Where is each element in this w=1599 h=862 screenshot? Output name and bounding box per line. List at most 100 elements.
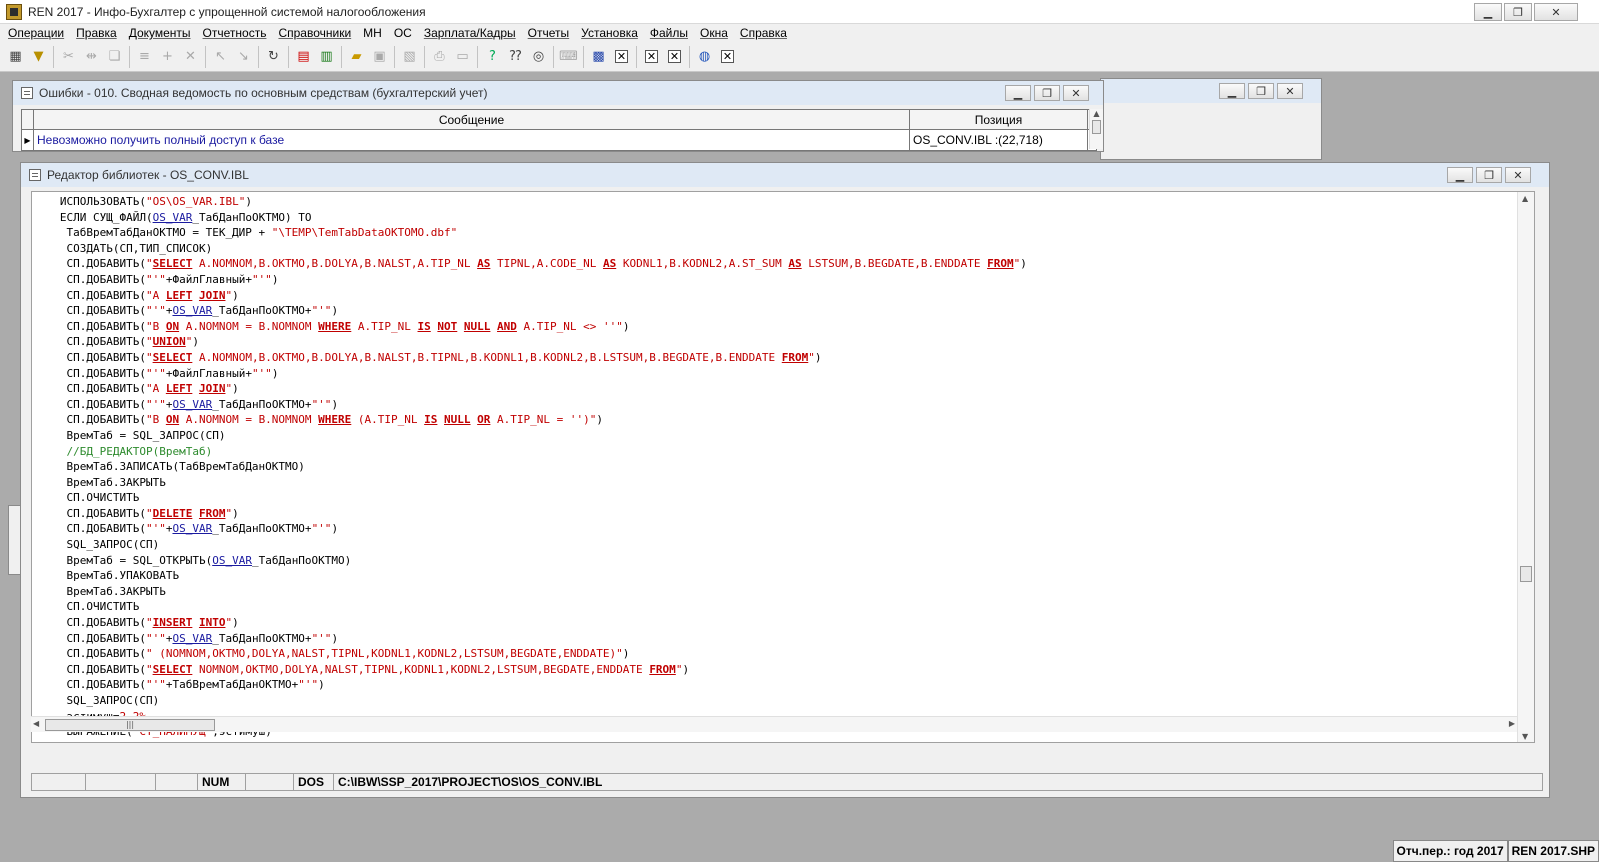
- code-line[interactable]: СП.ДОБАВИТЬ(" (NOMNOM,OKTMO,DOLYA,NALST,…: [40, 646, 1027, 662]
- cut-icon[interactable]: ✂: [57, 45, 80, 68]
- code-line[interactable]: ВремТаб = SQL_ЗАПРОС(СП): [40, 428, 1027, 444]
- table-row[interactable]: ▶ Невозможно получить полный доступ к ба…: [22, 130, 1096, 150]
- minimize-button[interactable]: ▁: [1219, 83, 1245, 99]
- scroll-thumb[interactable]: [1092, 120, 1101, 134]
- menu-item[interactable]: Установка: [577, 26, 646, 40]
- pointer-select-icon[interactable]: ↘: [232, 45, 255, 68]
- scroll-right-icon[interactable]: ▶: [1509, 719, 1515, 728]
- code-editor[interactable]: ИСПОЛЬЗОВАТЬ("OS\OS_VAR.IBL") ЕСЛИ СУЩ_Ф…: [31, 191, 1535, 743]
- editor-vscroll[interactable]: ▲ ▼: [1517, 192, 1534, 742]
- scroll-left-icon[interactable]: ◀: [33, 719, 39, 728]
- close-button[interactable]: ✕: [1063, 85, 1089, 101]
- close-button[interactable]: ✕: [1505, 167, 1531, 183]
- add-icon[interactable]: +: [156, 45, 179, 68]
- menu-item[interactable]: МН: [359, 26, 390, 40]
- code-line[interactable]: ЕСЛИ СУЩ_ФАЙЛ(OS_VAR_ТабДанПоОКТМО) ТО: [40, 210, 1027, 226]
- column-header-position[interactable]: Позиция: [910, 110, 1088, 129]
- pointer-icon[interactable]: ↖: [209, 45, 232, 68]
- calendar-icon[interactable]: ▩: [587, 45, 610, 68]
- code-line[interactable]: ВремТаб.УПАКОВАТЬ: [40, 568, 1027, 584]
- minimize-button[interactable]: ▁: [1005, 85, 1031, 101]
- code-line[interactable]: СП.ОЧИСТИТЬ: [40, 599, 1027, 615]
- code-line[interactable]: СП.ДОБАВИТЬ("B ON A.NOMNOM = B.NOMNOM WH…: [40, 319, 1027, 335]
- delete-icon[interactable]: ✕: [179, 45, 202, 68]
- restore-button[interactable]: ❐: [1034, 85, 1060, 101]
- scroll-thumb[interactable]: |||: [45, 719, 215, 731]
- code-content[interactable]: ИСПОЛЬЗОВАТЬ("OS\OS_VAR.IBL") ЕСЛИ СУЩ_Ф…: [40, 194, 1027, 740]
- pdf-report-icon[interactable]: ▤: [292, 45, 315, 68]
- close-button[interactable]: ✕: [1534, 3, 1578, 21]
- menu-item[interactable]: Справка: [736, 26, 795, 40]
- image-icon[interactable]: ▧: [398, 45, 421, 68]
- checkbox-x-icon[interactable]: ✕: [716, 45, 739, 68]
- scroll-up-icon[interactable]: ▲: [1090, 109, 1103, 118]
- code-line[interactable]: СП.ДОБАВИТЬ("'"+OS_VAR_ТабДанПоОКТМО+"'"…: [40, 397, 1027, 413]
- code-line[interactable]: SQL_ЗАПРОС(СП): [40, 537, 1027, 553]
- code-line[interactable]: СП.ДОБАВИТЬ("SELECT A.NOMNOM,B.OKTMO,B.D…: [40, 350, 1027, 366]
- menu-item[interactable]: Документы: [125, 26, 199, 40]
- menu-item[interactable]: Правка: [72, 26, 125, 40]
- code-line[interactable]: ВремТаб = SQL_ОТКРЫТЬ(OS_VAR_ТабДанПоОКТ…: [40, 553, 1027, 569]
- help-icon[interactable]: ?: [481, 45, 504, 68]
- code-line[interactable]: СП.ОЧИСТИТЬ: [40, 490, 1027, 506]
- code-line[interactable]: СП.ДОБАВИТЬ("A LEFT JOIN"): [40, 288, 1027, 304]
- restore-button[interactable]: ❐: [1476, 167, 1502, 183]
- editor-hscroll[interactable]: ◀ ||| ▶: [31, 716, 1517, 732]
- code-line[interactable]: СП.ДОБАВИТЬ("DELETE FROM"): [40, 506, 1027, 522]
- code-line[interactable]: //БД_РЕДАКТОР(ВремТаб): [40, 444, 1027, 460]
- compass-icon[interactable]: ◎: [527, 45, 550, 68]
- column-header-message[interactable]: Сообщение: [34, 110, 910, 129]
- print-icon[interactable]: ⎙: [428, 45, 451, 68]
- code-line[interactable]: СП.ДОБАВИТЬ("'"+ФайлГлавный+"'"): [40, 366, 1027, 382]
- open-folder-icon[interactable]: ▰: [345, 45, 368, 68]
- calculator-icon[interactable]: ▥: [315, 45, 338, 68]
- menu-item[interactable]: Отчетность: [199, 26, 275, 40]
- error-position-cell[interactable]: OS_CONV.IBL :(22,718): [910, 130, 1088, 150]
- menu-item[interactable]: Окна: [696, 26, 736, 40]
- menu-item[interactable]: ОС: [390, 26, 420, 40]
- code-line[interactable]: СП.ДОБАВИТЬ("B ON A.NOMNOM = B.NOMNOM WH…: [40, 412, 1027, 428]
- menu-item[interactable]: Операции: [4, 26, 72, 40]
- code-line[interactable]: СП.ДОБАВИТЬ("A LEFT JOIN"): [40, 381, 1027, 397]
- code-line[interactable]: СП.ДОБАВИТЬ("INSERT INTO"): [40, 615, 1027, 631]
- minimize-button[interactable]: ▁: [1447, 167, 1473, 183]
- checkbox-x-icon[interactable]: ✕: [663, 45, 686, 68]
- code-line[interactable]: СП.ДОБАВИТЬ("'"+OS_VAR_ТабДанПоОКТМО+"'"…: [40, 631, 1027, 647]
- code-line[interactable]: СП.ДОБАВИТЬ("'"+ТабВремТабДанОКТМО+"'"): [40, 677, 1027, 693]
- print-preview-icon[interactable]: ▭: [451, 45, 474, 68]
- scroll-down-icon[interactable]: ▼: [1522, 732, 1528, 741]
- context-help-icon[interactable]: ⁇: [504, 45, 527, 68]
- scroll-up-icon[interactable]: ▲: [1522, 194, 1528, 203]
- checkbox-x-icon[interactable]: ✕: [610, 45, 633, 68]
- code-line[interactable]: SQL_ЗАПРОС(СП): [40, 693, 1027, 709]
- keyboard-icon[interactable]: ⌨: [557, 45, 580, 68]
- code-line[interactable]: ВремТаб.ЗАКРЫТЬ: [40, 584, 1027, 600]
- restore-button[interactable]: ❐: [1248, 83, 1274, 99]
- checkbox-x-icon[interactable]: ✕: [640, 45, 663, 68]
- table-view-icon[interactable]: ▦: [4, 45, 27, 68]
- numbering-icon[interactable]: ≡: [133, 45, 156, 68]
- menu-item[interactable]: Файлы: [646, 26, 696, 40]
- menu-item[interactable]: Отчеты: [524, 26, 577, 40]
- code-line[interactable]: ВремТаб.ЗАПИСАТЬ(ТабВремТабДанОКТМО): [40, 459, 1027, 475]
- code-line[interactable]: СП.ДОБАВИТЬ("'"+ФайлГлавный+"'"): [40, 272, 1027, 288]
- code-line[interactable]: СП.ДОБАВИТЬ("SELECT NOMNOM,OKTMO,DOLYA,N…: [40, 662, 1027, 678]
- code-line[interactable]: СП.ДОБАВИТЬ("'"+OS_VAR_ТабДанПоОКТМО+"'"…: [40, 303, 1027, 319]
- code-line[interactable]: ТабВремТабДанОКТМО = ТЕК_ДИР + "\TEMP\Te…: [40, 225, 1027, 241]
- error-message-cell[interactable]: Невозможно получить полный доступ к базе: [34, 130, 910, 150]
- code-line[interactable]: СП.ДОБАВИТЬ("UNION"): [40, 334, 1027, 350]
- close-button[interactable]: ✕: [1277, 83, 1303, 99]
- code-line[interactable]: СОЗДАТЬ(СП,ТИП_СПИСОК): [40, 241, 1027, 257]
- save-icon[interactable]: ▣: [368, 45, 391, 68]
- errors-vscroll[interactable]: ▲: [1089, 109, 1103, 149]
- refresh-icon[interactable]: ↻: [262, 45, 285, 68]
- filter-icon[interactable]: ▼: [27, 45, 50, 68]
- code-line[interactable]: СП.ДОБАВИТЬ("'"+OS_VAR_ТабДанПоОКТМО+"'"…: [40, 521, 1027, 537]
- restore-button[interactable]: ❐: [1504, 3, 1532, 21]
- copy-icon[interactable]: ❏: [103, 45, 126, 68]
- code-line[interactable]: ВремТаб.ЗАКРЫТЬ: [40, 475, 1027, 491]
- menu-item[interactable]: Справочники: [274, 26, 359, 40]
- scroll-thumb[interactable]: [1520, 566, 1532, 582]
- code-line[interactable]: СП.ДОБАВИТЬ("SELECT A.NOMNOM,B.OKTMO,B.D…: [40, 256, 1026, 272]
- globe-icon[interactable]: ◍: [693, 45, 716, 68]
